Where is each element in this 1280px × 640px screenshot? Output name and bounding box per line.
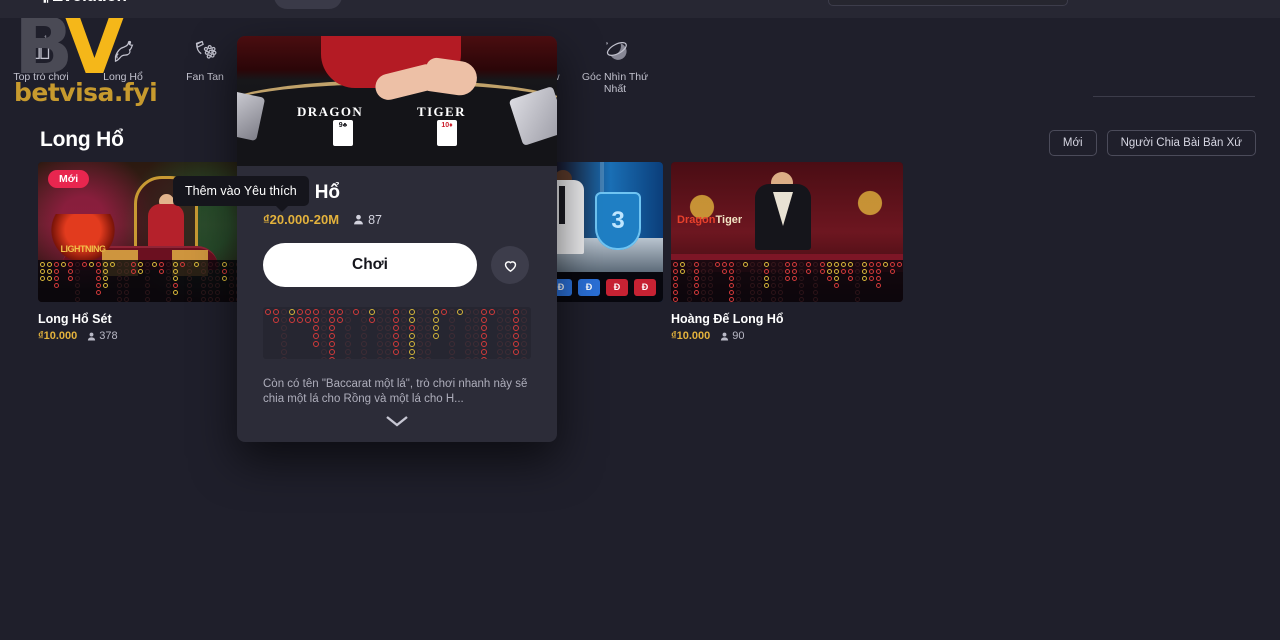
team-number: 3: [595, 192, 641, 250]
bead-result: Đ: [606, 278, 628, 296]
category-label: Fan Tan: [186, 71, 224, 83]
filter-group: Mới Người Chia Bài Bản Xứ: [1048, 130, 1256, 156]
evolution-mark-icon: 𝄃: [44, 0, 48, 5]
game-meta: ₫10.000 90: [671, 330, 903, 342]
podium-icon: 2 1: [30, 35, 50, 60]
favorite-button[interactable]: [491, 246, 529, 284]
nav-label: Yêu thích: [361, 0, 410, 2]
player-count-value: 378: [99, 330, 118, 342]
nav-item-danh-dau-sao[interactable]: ★ Đánh Dấu Sao: [153, 0, 268, 9]
dragon-card: 9♣: [333, 120, 353, 146]
bet-range: ₫10.000: [671, 330, 711, 342]
first-person-icon: [606, 42, 627, 60]
filter-native-dealer[interactable]: Người Chia Bài Bản Xứ: [1106, 130, 1256, 156]
game-title: Long Hổ Sét: [38, 312, 112, 326]
app-root: Mới Long Hổ Sét ₫10.000 378: [0, 0, 1280, 640]
dragon-tiger-icon: [114, 40, 134, 63]
brand-logo[interactable]: 𝄃 Evolution: [44, 0, 127, 6]
section-title: Long Hổ: [40, 128, 124, 151]
dragon-label: DRAGON: [297, 104, 364, 119]
game-thumbnail[interactable]: DragonTiger: [671, 162, 903, 302]
chevron-down-icon[interactable]: [384, 414, 410, 428]
category-rail: 2 1 Top trò chơi Long Hổ Fan Tan Góc Nhì…: [0, 34, 1280, 118]
play-button[interactable]: Chơi: [263, 243, 477, 287]
category-first-person[interactable]: Góc Nhìn Thứ Nhất: [574, 34, 656, 95]
tiger-label: TIGER: [417, 104, 466, 119]
tiger-card: 10♦: [437, 120, 457, 146]
bet-range: ₫10.000: [38, 330, 78, 342]
live-video-preview[interactable]: DRAGON TIGER 9♣ 10♦: [237, 36, 557, 166]
category-label: Top trò chơi: [13, 71, 69, 83]
rail-divider: [1093, 96, 1255, 97]
bead-result: Đ: [634, 278, 656, 296]
category-label: Góc Nhìn Thứ Nhất: [581, 71, 649, 95]
person-icon: [354, 214, 363, 225]
modal-meta: ₫20.000-20M 87: [263, 212, 531, 227]
game-meta: ₫10.000 378: [38, 330, 241, 342]
top-navigation: ★ Đánh Dấu Sao Trò chơi Yêu thích: [153, 0, 423, 9]
person-icon: [88, 332, 96, 340]
nav-label: Trò chơi: [287, 0, 329, 2]
category-long-ho[interactable]: Long Hổ: [82, 34, 164, 83]
modal-player-count-value: 87: [368, 212, 382, 227]
modal-description: Còn có tên "Baccarat một lá", trò chơi n…: [263, 378, 528, 405]
person-icon: [721, 332, 729, 340]
game-card-hoang-de-long-ho[interactable]: DragonTiger Hoàng Đế Long Hổ ₫10.000 90: [671, 162, 903, 342]
search-box[interactable]: [828, 0, 1068, 6]
star-icon: ★: [166, 0, 175, 2]
category-top-games[interactable]: 2 1 Top trò chơi: [0, 34, 82, 83]
game-detail-modal: DRAGON TIGER 9♣ 10♦ Long Hổ ₫20.000-20M …: [237, 36, 557, 442]
svg-text:2: 2: [34, 40, 38, 47]
bead-result: Đ: [578, 278, 600, 296]
player-count: 90: [720, 330, 745, 342]
game-logo: DragonTiger: [677, 214, 743, 226]
nav-item-tro-choi[interactable]: Trò chơi: [273, 0, 343, 9]
nav-label: Đánh Dấu Sao: [180, 0, 255, 2]
modal-actions: Chơi: [263, 243, 531, 287]
category-label: Long Hổ: [103, 71, 143, 83]
svg-text:1: 1: [44, 35, 48, 42]
roadmap-strip: [671, 260, 903, 302]
favorite-tooltip: Thêm vào Yêu thích: [173, 176, 309, 212]
category-fan-tan[interactable]: Fan Tan: [164, 34, 246, 83]
modal-roadmap: [263, 307, 531, 359]
brand-name: Evolution: [52, 0, 127, 6]
fan-tan-icon: [195, 40, 217, 59]
heart-icon: [504, 260, 516, 272]
filter-moi[interactable]: Mới: [1048, 130, 1097, 156]
game-title: Hoàng Đế Long Hổ: [671, 312, 784, 326]
roadmap-strip: [38, 260, 241, 302]
player-count: 378: [87, 330, 118, 342]
nav-item-yeu-thich[interactable]: Yêu thích: [348, 0, 423, 9]
badge-new: Mới: [48, 170, 90, 188]
modal-bet-range: ₫20.000-20M: [263, 212, 340, 227]
modal-player-count: 87: [353, 213, 382, 227]
top-header: 𝄃 Evolution ★ Đánh Dấu Sao Trò chơi Yêu …: [0, 0, 1280, 18]
player-count-value: 90: [732, 330, 745, 342]
